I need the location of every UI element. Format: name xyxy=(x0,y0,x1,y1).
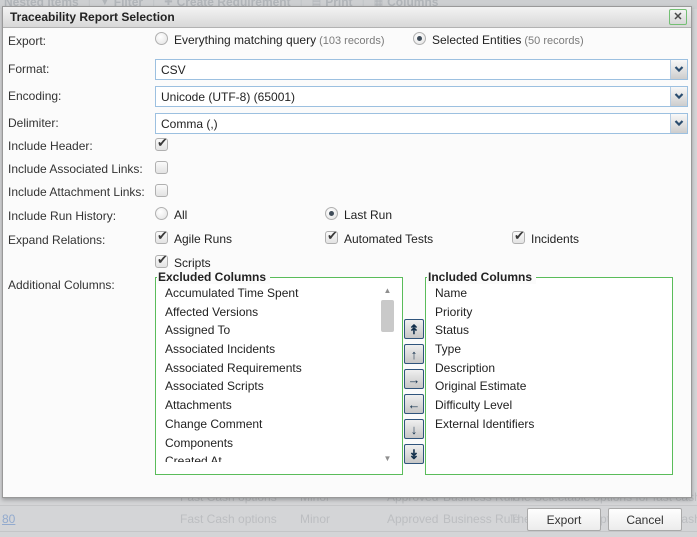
included-column-item[interactable]: Name xyxy=(428,284,670,303)
scroll-down-icon[interactable]: ▼ xyxy=(380,454,395,464)
chevron-down-icon xyxy=(674,66,684,73)
radio-everything-matching-query[interactable] xyxy=(155,32,168,45)
encoding-dropdown-button[interactable] xyxy=(670,87,687,106)
row-id-link: 80 xyxy=(2,512,15,526)
cancel-button[interactable]: Cancel xyxy=(608,508,682,531)
delimiter-dropdown-button[interactable] xyxy=(670,114,687,133)
excluded-column-item[interactable]: Associated Incidents xyxy=(158,340,400,359)
format-value: CSV xyxy=(161,63,186,77)
move-to-included-button[interactable]: → xyxy=(404,369,424,389)
excluded-column-item[interactable]: Associated Scripts xyxy=(158,377,400,396)
row-divider xyxy=(0,531,697,532)
dialog-title: Traceability Report Selection xyxy=(10,10,175,24)
included-column-item[interactable]: Difficulty Level xyxy=(428,396,670,415)
excluded-column-item[interactable]: Accumulated Time Spent xyxy=(158,284,400,303)
radio-selected-entities[interactable] xyxy=(413,32,426,45)
include-associated-links-label: Include Associated Links: xyxy=(8,162,143,176)
excluded-column-item[interactable]: Attachments xyxy=(158,396,400,415)
close-button[interactable]: ✕ xyxy=(669,9,687,25)
automated-tests-checkbox[interactable] xyxy=(325,231,338,244)
scroll-up-icon[interactable]: ▲ xyxy=(380,286,395,296)
include-attachment-links-label: Include Attachment Links: xyxy=(8,185,145,199)
agile-runs-label: Agile Runs xyxy=(174,232,232,246)
included-column-item[interactable]: Type xyxy=(428,340,670,359)
included-column-item[interactable]: External Identifiers xyxy=(428,415,670,434)
include-associated-links-checkbox[interactable] xyxy=(155,161,168,174)
dialog-titlebar: Traceability Report Selection ✕ xyxy=(3,7,691,28)
scrollbar-thumb[interactable] xyxy=(381,300,394,332)
excluded-column-item[interactable]: Components xyxy=(158,434,400,453)
included-column-item[interactable]: Description xyxy=(428,359,670,378)
delimiter-label: Delimiter: xyxy=(8,116,59,130)
excluded-columns-list[interactable]: Accumulated Time SpentAffected VersionsA… xyxy=(158,284,400,462)
radio-run-history-last-run[interactable] xyxy=(325,207,338,220)
scripts-label: Scripts xyxy=(174,256,211,270)
automated-tests-label: Automated Tests xyxy=(344,232,433,246)
include-attachment-links-checkbox[interactable] xyxy=(155,184,168,197)
chevron-down-icon xyxy=(674,120,684,127)
close-icon: ✕ xyxy=(673,12,682,23)
move-down-button[interactable]: ↓ xyxy=(404,419,424,439)
encoding-value: Unicode (UTF-8) (65001) xyxy=(161,90,295,104)
radio-everything-label: Everything matching query(103 records) xyxy=(174,33,385,47)
excluded-column-item[interactable]: Change Comment xyxy=(158,415,400,434)
excluded-column-item[interactable]: Associated Requirements xyxy=(158,359,400,378)
additional-columns-label: Additional Columns: xyxy=(8,278,115,292)
excluded-columns-legend: Excluded Columns xyxy=(157,270,270,284)
included-column-item[interactable]: Original Estimate xyxy=(428,377,670,396)
export-button[interactable]: Export xyxy=(527,508,601,531)
incidents-checkbox[interactable] xyxy=(512,231,525,244)
expand-relations-label: Expand Relations: xyxy=(8,233,105,247)
excluded-column-item[interactable]: Created At xyxy=(158,452,400,462)
chevron-down-icon xyxy=(674,93,684,100)
included-columns-legend: Included Columns xyxy=(427,270,536,284)
traceability-report-dialog: Traceability Report Selection ✕ Export: … xyxy=(2,6,692,498)
move-up-button[interactable]: ↑ xyxy=(404,344,424,364)
encoding-dropdown[interactable]: Unicode (UTF-8) (65001) xyxy=(155,86,688,107)
included-column-item[interactable]: Status xyxy=(428,321,670,340)
format-dropdown[interactable]: CSV xyxy=(155,59,688,80)
agile-runs-checkbox[interactable] xyxy=(155,231,168,244)
incidents-label: Incidents xyxy=(531,232,579,246)
included-columns-fieldset: Included Columns NamePriorityStatusTypeD… xyxy=(425,277,673,475)
include-run-history-label: Include Run History: xyxy=(8,209,116,223)
export-label: Export: xyxy=(8,34,46,48)
move-to-bottom-button[interactable]: ↡ xyxy=(404,444,424,464)
radio-selected-entities-label: Selected Entities(50 records) xyxy=(432,33,584,47)
excluded-column-item[interactable]: Assigned To xyxy=(158,321,400,340)
encoding-label: Encoding: xyxy=(8,89,61,103)
dialog-body: Export: Everything matching query(103 re… xyxy=(3,29,691,497)
excluded-column-item[interactable]: Affected Versions xyxy=(158,303,400,322)
include-header-label: Include Header: xyxy=(8,139,93,153)
delimiter-dropdown[interactable]: Comma (,) xyxy=(155,113,688,134)
included-columns-list[interactable]: NamePriorityStatusTypeDescriptionOrigina… xyxy=(428,284,670,462)
include-header-checkbox[interactable] xyxy=(155,138,168,151)
format-label: Format: xyxy=(8,62,49,76)
move-to-top-button[interactable]: ↟ xyxy=(404,319,424,339)
move-to-excluded-button[interactable]: ← xyxy=(404,394,424,414)
format-dropdown-button[interactable] xyxy=(670,60,687,79)
excluded-columns-fieldset: Excluded Columns Accumulated Time SpentA… xyxy=(155,277,403,475)
scripts-checkbox[interactable] xyxy=(155,255,168,268)
radio-all-label: All xyxy=(174,208,187,222)
row-divider xyxy=(0,505,697,506)
excluded-list-scrollbar[interactable]: ▲ ▼ xyxy=(380,286,395,464)
delimiter-value: Comma (,) xyxy=(161,117,218,131)
radio-run-history-all[interactable] xyxy=(155,207,168,220)
radio-last-run-label: Last Run xyxy=(344,208,392,222)
included-column-item[interactable]: Priority xyxy=(428,303,670,322)
